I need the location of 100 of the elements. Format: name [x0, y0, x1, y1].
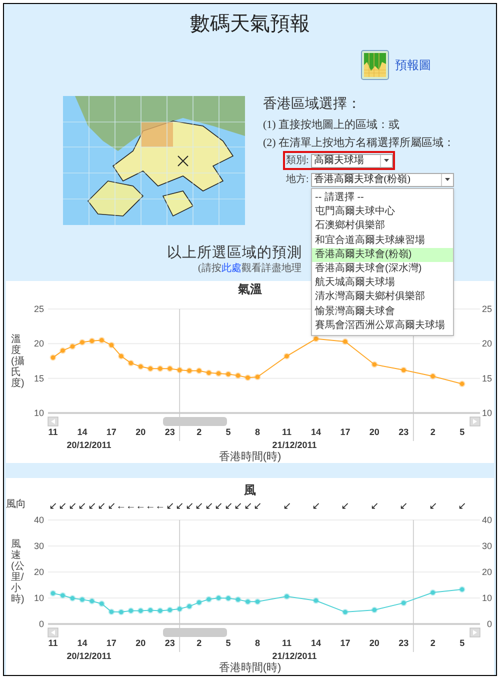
data-point	[88, 598, 96, 604]
data-point	[215, 594, 222, 602]
y-tick-label: 15	[34, 373, 44, 384]
y-tick-label: 10	[482, 593, 492, 603]
x-tick-label: 11	[282, 427, 292, 437]
scroll-left-button[interactable]	[48, 416, 58, 426]
dropdown-option[interactable]: 賽馬會滘西洲公眾高爾夫球場	[312, 318, 453, 333]
data-point	[128, 608, 134, 614]
data-point	[128, 360, 134, 366]
data-point	[137, 608, 144, 614]
caret-icon	[380, 154, 392, 166]
data-point	[400, 366, 407, 374]
data-point	[254, 374, 261, 380]
x-tick-label: 20	[369, 638, 380, 648]
wind-direction-arrow: ↙	[234, 501, 242, 512]
wind-direction-arrow: ↙	[204, 501, 213, 512]
wind-direction-arrow: ↙	[282, 501, 291, 512]
wind-direction-arrow: ←	[126, 501, 136, 512]
dropdown-option[interactable]: -- 請選擇 --	[312, 191, 453, 206]
wind-direction-arrow: ↙	[312, 501, 320, 512]
here-link[interactable]: 此處	[221, 263, 242, 274]
y-tick-label: 25	[482, 304, 492, 314]
scroll-right-button[interactable]	[470, 416, 480, 426]
y-tick-label: 20	[34, 338, 44, 349]
wind-direction-arrow: ↙	[341, 501, 350, 512]
x-tick-label: 5	[226, 427, 231, 437]
data-point	[244, 374, 251, 381]
data-point	[458, 380, 466, 388]
x-tick-label: 11	[48, 427, 58, 437]
y-tick-label: 0	[486, 619, 492, 629]
dropdown-option[interactable]: 石澳鄉村俱樂部	[312, 219, 453, 234]
wind-direction-arrow: ←	[116, 501, 126, 512]
scroll-right-button[interactable]	[470, 628, 480, 638]
location-select[interactable]: 香港高爾夫球會(粉嶺)	[310, 172, 454, 186]
data-point	[196, 599, 202, 606]
dropdown-option[interactable]: 航天城高爾夫球場	[312, 276, 453, 290]
dropdown-option[interactable]: 香港高爾夫球會(深水灣)	[312, 262, 453, 276]
chart-icon[interactable]	[361, 50, 389, 80]
x-tick-label: 17	[340, 638, 350, 648]
x-tick-label: 17	[106, 638, 116, 648]
scrollbar-thumb[interactable]	[163, 417, 227, 426]
x-tick-label: 5	[460, 427, 465, 437]
wind-direction-arrow: ↙	[88, 501, 96, 512]
location-label: 地方:	[286, 172, 309, 187]
x-tick-label: 23	[164, 638, 175, 648]
x-tick-label: 8	[255, 427, 260, 437]
scrollbar-thumb[interactable]	[163, 628, 227, 637]
x-tick-label: 2	[430, 427, 436, 437]
data-point	[108, 342, 115, 348]
dropdown-option[interactable]: 愉景灣高爾夫球會	[312, 304, 453, 319]
map-drawing[interactable]	[63, 96, 245, 225]
wind-direction-arrow: ↙	[458, 501, 466, 512]
wind-direction-arrow: ↙	[214, 501, 223, 512]
x-tick-label: 20	[136, 638, 146, 648]
data-point	[60, 347, 66, 354]
category-label: 類別:	[286, 154, 309, 168]
data-point	[108, 608, 115, 615]
wind-direction-arrow: ↙	[49, 501, 57, 512]
chart-title: 風	[244, 482, 256, 498]
data-point	[206, 370, 212, 376]
forecast-chart-link[interactable]: 預報圖	[395, 56, 431, 74]
wind-direction-arrow: ↙	[176, 501, 184, 512]
wind-direction-arrow: ↙	[166, 501, 174, 512]
data-point	[186, 368, 193, 374]
data-point	[118, 608, 124, 616]
wind-direction-arrow: ↙	[68, 501, 76, 512]
data-point	[176, 366, 183, 374]
x-tick-label: 23	[398, 638, 409, 648]
data-point	[430, 373, 436, 380]
wind-direction-arrow: ↙	[107, 501, 116, 512]
dropdown-option[interactable]: 清水灣高爾夫鄉村俱樂部	[312, 290, 453, 304]
x-tick-label: 5	[226, 638, 231, 648]
dropdown-option[interactable]: 和宜合道高爾夫球練習場	[312, 234, 453, 248]
y-tick-label: 20	[482, 338, 492, 349]
caret-icon	[440, 174, 453, 186]
data-point	[98, 337, 105, 344]
instruction-text: (2) 在清單上按地方名稱選擇所屬區域：	[263, 137, 455, 150]
data-point	[69, 343, 76, 350]
data-point	[50, 590, 56, 597]
wind-direction-arrow: ↙	[185, 501, 194, 512]
data-point	[50, 354, 56, 361]
dropdown-option[interactable]: 香港高爾夫球會(粉嶺)	[312, 248, 453, 262]
data-point	[342, 338, 348, 345]
scroll-left-button[interactable]	[48, 628, 58, 638]
dropdown-option[interactable]: 屯門高爾夫球中心	[312, 205, 453, 220]
data-point	[196, 368, 202, 374]
x-tick-label: 2	[196, 638, 202, 648]
data-point	[166, 365, 174, 372]
wind-direction-arrow: ↙	[98, 501, 106, 512]
forecast-heading: 以上所選區域的預測	[167, 244, 302, 262]
page-title: 數碼天氣預報	[190, 12, 310, 37]
wind-direction-arrow: ↙	[428, 501, 437, 512]
note-text: 觀看詳盡地理	[241, 263, 302, 274]
wind-direction-arrow: ←	[155, 501, 166, 512]
data-point	[156, 365, 164, 372]
x-tick-label: 14	[310, 638, 321, 648]
data-point	[69, 595, 76, 602]
data-point	[254, 598, 261, 605]
y-tick-label: 20	[34, 567, 44, 577]
category-select[interactable]: 高爾夫球場	[310, 154, 393, 168]
